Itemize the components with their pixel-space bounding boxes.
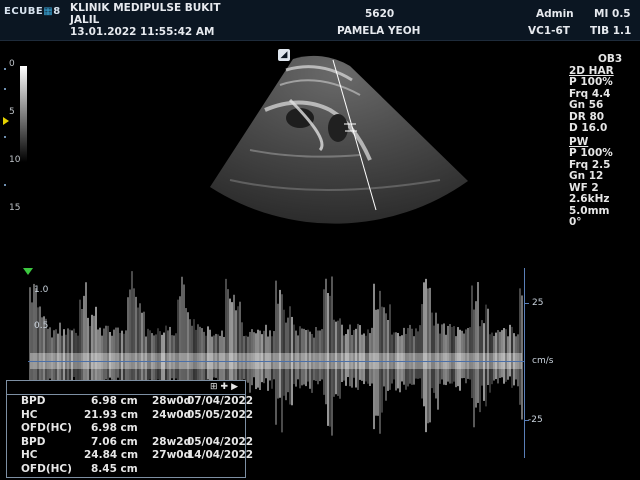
panel-controls[interactable]: ⊞✚▶ [210, 382, 241, 392]
measurement-value: 6.98 cm [91, 395, 138, 407]
measurement-row[interactable]: OFD(HC) 8.45 cm [7, 463, 245, 477]
measurement-row[interactable]: BPD 6.98 cm 28w0d 07/04/2022 [7, 395, 253, 409]
velocity-tick-mark [524, 303, 529, 304]
gestational-age: 24w0d [152, 408, 192, 421]
estimated-due-date: 14/04/2022 [187, 449, 254, 461]
estimated-due-date: 07/04/2022 [187, 395, 254, 407]
measurement-label: OFD(HC) [21, 462, 72, 475]
time-tick-label: 1.0 [34, 285, 49, 295]
measurement-row[interactable]: HC 21.93 cm 24w0d 05/05/2022 [7, 408, 253, 423]
velocity-tick-label: 25 [532, 298, 544, 308]
gestational-age: 28w2d [152, 435, 192, 448]
measurement-row[interactable]: OFD(HC) 6.98 cm [7, 422, 245, 436]
measurement-value: 24.84 cm [84, 449, 139, 461]
estimated-due-date: 05/05/2022 [187, 408, 254, 421]
measurement-label: BPD [21, 435, 46, 448]
velocity-tick-label: -25 [528, 415, 543, 425]
measurement-value: 8.45 cm [91, 462, 138, 475]
velocity-unit-label: cm/s [532, 356, 554, 366]
measurement-value: 21.93 cm [84, 408, 139, 421]
measurement-label: HC [21, 449, 38, 461]
measurement-label: BPD [21, 395, 46, 407]
sweep-marker-icon [23, 268, 33, 275]
measurement-row[interactable]: BPD 7.06 cm 28w2d 05/04/2022 [7, 435, 253, 450]
measurement-label: OFD(HC) [21, 422, 72, 434]
arrow-right-icon[interactable]: ▶ [231, 382, 241, 392]
measurement-value: 6.98 cm [91, 422, 138, 434]
measurement-row[interactable]: HC 24.84 cm 27w0d 14/04/2022 [7, 449, 253, 463]
measurement-panel-toolbar: ⊞✚▶ [7, 381, 245, 395]
time-tick-label: 0.5 [34, 321, 49, 331]
gestational-age: 27w0d [152, 449, 192, 461]
measurement-label: HC [21, 408, 38, 421]
gestational-age: 28w0d [152, 395, 192, 407]
doppler-baseline[interactable] [28, 361, 524, 362]
estimated-due-date: 05/04/2022 [187, 435, 254, 448]
velocity-axis [524, 268, 525, 458]
measurement-value: 7.06 cm [91, 435, 138, 448]
expand-icon[interactable]: ⊞ [210, 382, 221, 392]
move-icon[interactable]: ✚ [221, 382, 232, 392]
measurement-results-panel[interactable]: ⊞✚▶ BPD 6.98 cm 28w0d 07/04/2022 HC 21.9… [6, 380, 253, 478]
